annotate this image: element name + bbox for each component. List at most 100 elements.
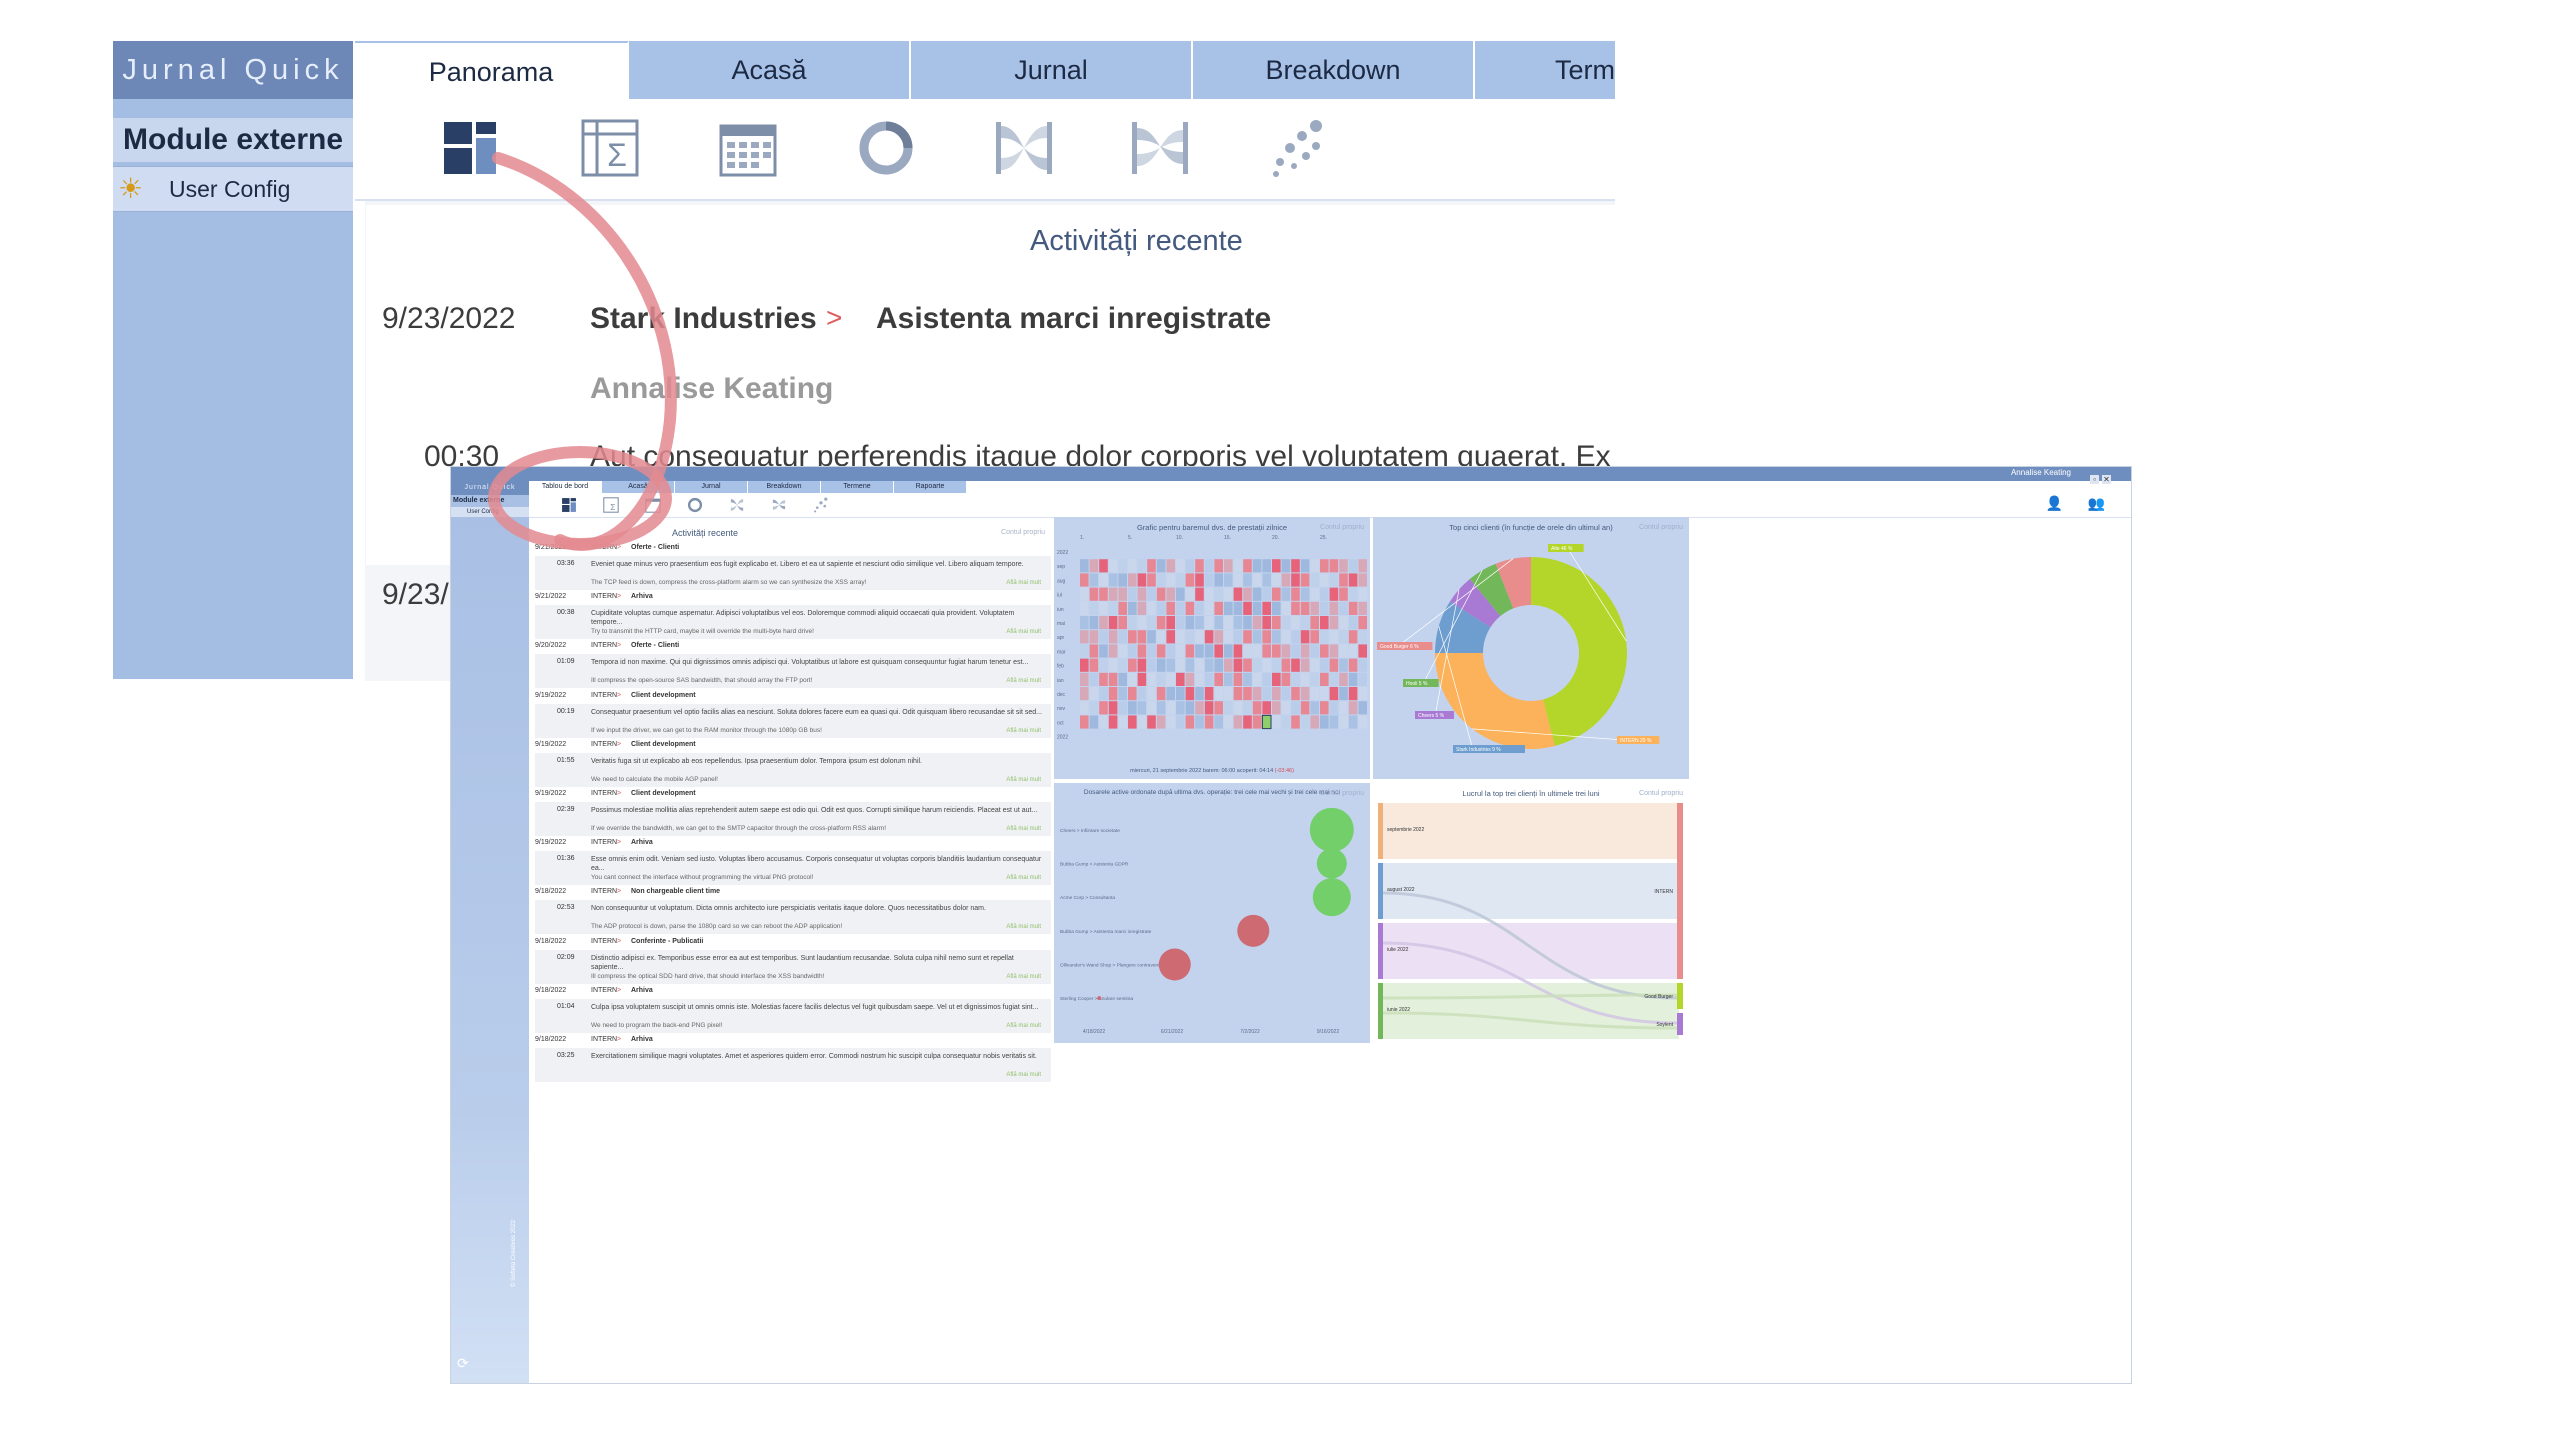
tab-tablou-de-bord[interactable]: Tablou de bord [529,481,602,493]
heatmap-cell [1089,729,1099,743]
tab-breakdown[interactable]: Breakdown [748,481,821,493]
learn-more-link[interactable]: Află mai mult [1006,1072,1041,1078]
heatmap-cell [1118,587,1127,601]
entry-project[interactable]: Arhiva [631,1036,653,1043]
learn-more-link[interactable]: Află mai mult [1006,826,1041,832]
entry-project[interactable]: Arhiva [631,839,653,846]
heatmap-cell [1300,644,1310,658]
tab-jurnal[interactable]: Jurnal [911,41,1193,99]
entry-client[interactable]: INTERN [591,1036,617,1043]
users-icon[interactable]: 👥 [2088,495,2105,512]
heatmap-cell [1089,630,1099,644]
entry-date: 9/20/2022 [535,642,567,650]
heatmap-cell [1185,630,1195,644]
entry-client[interactable]: INTERN [591,692,617,699]
sankey-icon[interactable] [729,497,745,513]
heatmap-cell [1099,601,1108,615]
tab-termene[interactable]: Term [1475,41,1617,99]
heatmap-cell [1137,715,1147,729]
entry-project[interactable]: Arhiva [631,593,653,600]
heatmap-cell [1166,630,1175,644]
heatmap-cell [1358,672,1367,686]
heatmap-cell [1339,559,1348,573]
entry-client[interactable]: Stark Industries [590,302,817,336]
heatmap-row-label: 2022 [1057,735,1068,741]
entry-client[interactable]: INTERN [591,938,617,945]
heatmap-cell [1291,616,1300,630]
sankey-band [1383,803,1679,859]
heatmap-cell [1281,587,1291,601]
sidebar-item-user-config[interactable]: ☀ User Config [113,166,353,212]
donut-icon[interactable] [856,118,916,178]
sigma-table-icon[interactable]: Σ [603,497,619,513]
heatmap-cell [1118,545,1127,559]
entry-project[interactable]: Client development [631,790,696,797]
donut-icon[interactable] [687,497,703,513]
learn-more-link[interactable]: Află mai mult [1006,924,1041,930]
learn-more-link[interactable]: Află mai mult [1006,580,1041,586]
entry-client[interactable]: INTERN [591,593,617,600]
sankey-alt-icon[interactable] [1130,118,1190,178]
learn-more-link[interactable]: Află mai mult [1006,1023,1041,1029]
learn-more-link[interactable]: Află mai mult [1006,678,1041,684]
entry-client[interactable]: INTERN [591,888,617,895]
sankey-source-label: septembrie 2022 [1387,827,1424,833]
sankey-icon[interactable] [994,118,1054,178]
entry-project[interactable]: Client development [631,692,696,699]
heatmap-cell [1108,729,1118,743]
entry-project[interactable]: Oferte - Clienti [631,544,679,551]
entry-project[interactable]: Oferte - Clienti [631,642,679,649]
tab-jurnal[interactable]: Jurnal [675,481,748,493]
calendar-icon[interactable] [645,497,661,513]
bubble-x-tick: 6/21/2022 [1161,1029,1183,1035]
maximize-icon[interactable]: ▫ [2090,475,2099,484]
learn-more-link[interactable]: Află mai mult [1006,974,1041,980]
dashboard-icon[interactable] [440,118,500,178]
tab-breakdown[interactable]: Breakdown [1193,41,1475,99]
scatter-icon[interactable] [1268,118,1328,178]
heatmap-cell [1262,616,1271,630]
tab-termene[interactable]: Termene [821,481,894,493]
learn-more-link[interactable]: Află mai mult [1006,875,1041,881]
heatmap-cell [1348,559,1358,573]
refresh-icon[interactable]: ⟳ [457,1355,469,1372]
learn-more-link[interactable]: Află mai mult [1006,629,1041,635]
user-icon[interactable]: 👤 [2046,495,2063,512]
tab-rapoarte[interactable]: Rapoarte [894,481,967,493]
svg-text:Σ: Σ [607,137,627,173]
feed-own-account[interactable]: Contul propriu [1001,529,1045,536]
heatmap-cell [1176,601,1185,615]
entry-client[interactable]: INTERN [591,642,617,649]
heatmap-cell [1185,545,1195,559]
entry-client[interactable]: INTERN [591,790,617,797]
entry-project[interactable]: Conferinte - Publicatii [631,938,703,945]
heatmap-cell [1185,559,1195,573]
heatmap-cell [1233,658,1243,672]
tab-acasa[interactable]: Acasă [629,41,911,99]
bubble-point [1316,848,1347,879]
recent-activity-feed: Activități recente Contul propriu 9/21/2… [535,522,1051,1383]
sankey-alt-icon[interactable] [771,497,787,513]
heatmap-cell [1137,644,1147,658]
app-brand: Jurnal Quick [113,41,353,99]
heatmap-cell [1358,644,1367,658]
entry-project[interactable]: Client development [631,741,696,748]
entry-client[interactable]: INTERN [591,987,617,994]
entry-project[interactable]: Arhiva [631,987,653,994]
close-icon[interactable]: ✕ [2102,475,2111,484]
entry-project[interactable]: Non chargeable client time [631,888,720,895]
learn-more-link[interactable]: Află mai mult [1006,777,1041,783]
entry-client[interactable]: INTERN [591,741,617,748]
scatter-icon[interactable] [813,497,829,513]
entry-client[interactable]: INTERN [591,839,617,846]
tab-acasa[interactable]: Acasă [602,481,675,493]
dashboard-icon[interactable] [561,497,577,513]
learn-more-link[interactable]: Află mai mult [1006,728,1041,734]
sigma-table-icon[interactable]: Σ [580,118,640,178]
entry-client[interactable]: INTERN [591,544,617,551]
sidebar-item-user-config[interactable]: User Config [451,507,529,517]
heatmap-cell [1320,658,1329,672]
calendar-icon[interactable] [718,118,778,178]
tab-panorama[interactable]: Panorama [355,41,629,101]
entry-project[interactable]: Asistenta marci inregistrate [876,302,1271,336]
